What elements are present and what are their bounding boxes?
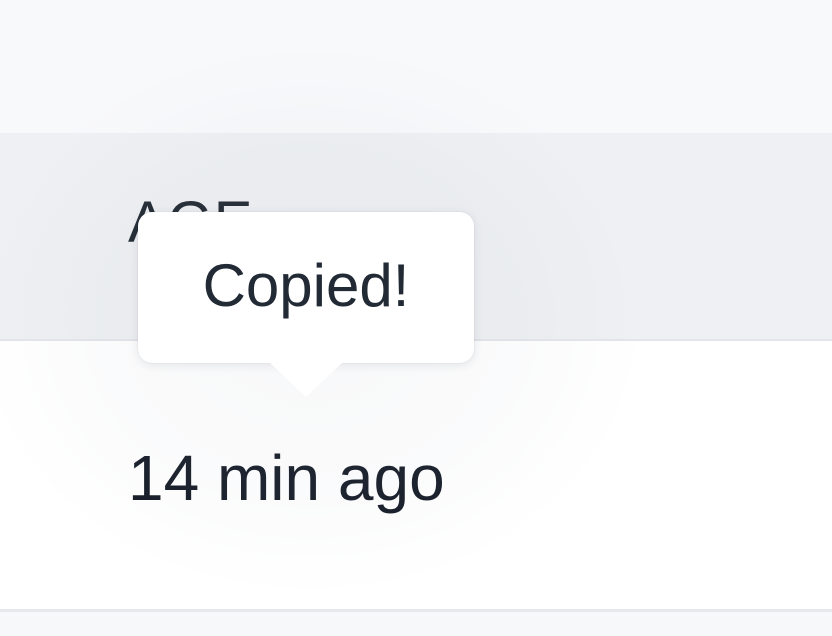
age-cell[interactable]: 14 min ago <box>128 440 445 516</box>
top-area <box>0 0 832 133</box>
tooltip-text: Copied! <box>202 251 410 319</box>
next-row-area <box>0 612 832 636</box>
tooltip-arrow <box>270 363 342 397</box>
copied-tooltip: Copied! <box>138 212 474 397</box>
